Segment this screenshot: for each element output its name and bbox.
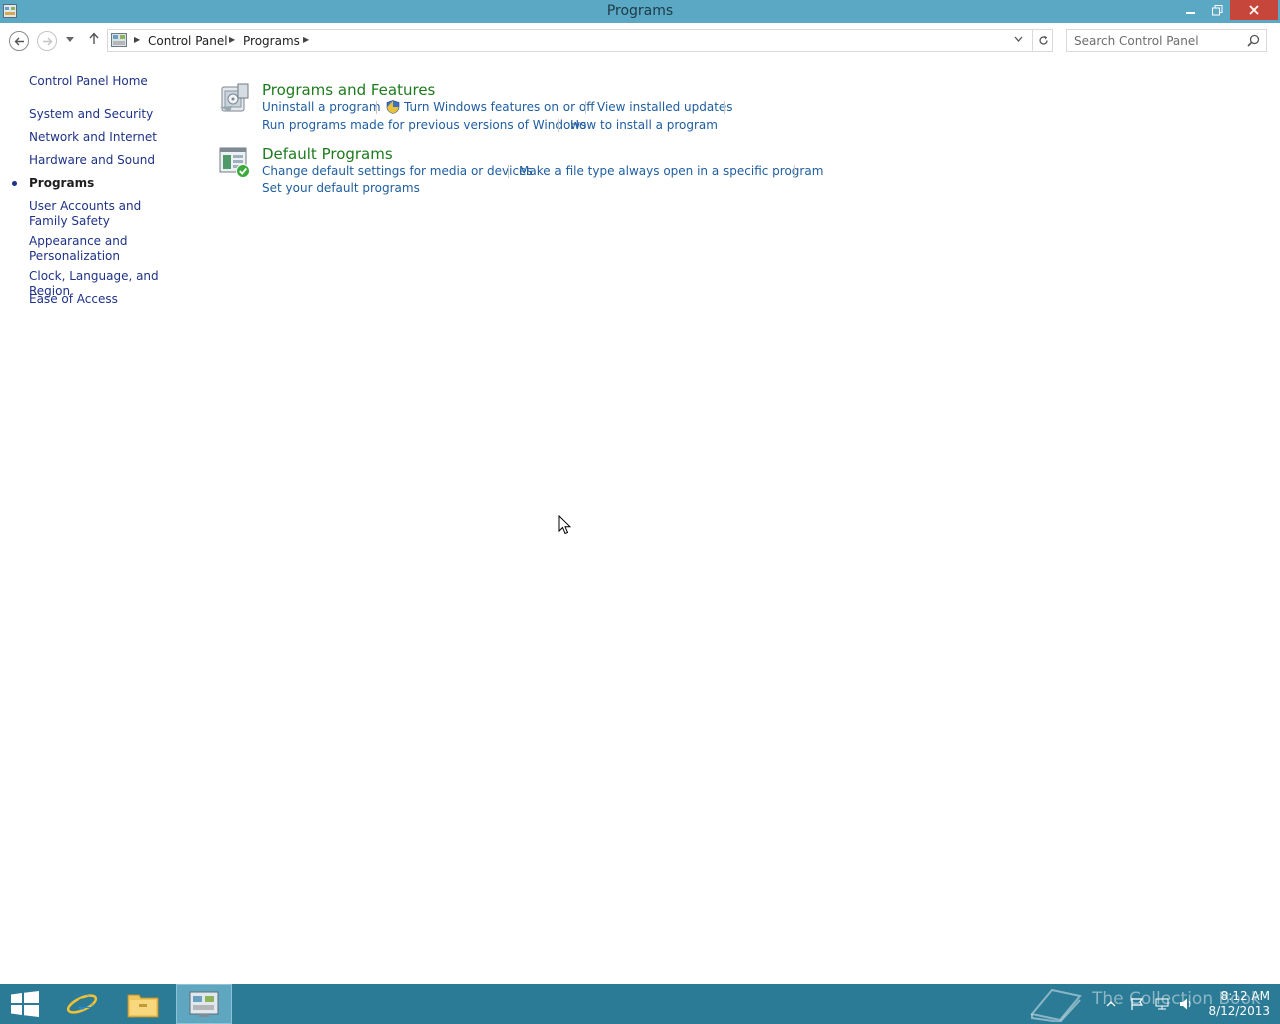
programs-and-features-icon[interactable] <box>218 81 252 115</box>
search-box[interactable] <box>1066 29 1267 52</box>
refresh-button[interactable] <box>1032 30 1053 51</box>
uac-shield-icon <box>386 100 400 114</box>
address-history-dropdown[interactable] <box>1014 34 1023 45</box>
minimize-icon <box>1186 12 1195 14</box>
close-icon <box>1249 5 1259 15</box>
programs-and-features-title[interactable]: Programs and Features <box>262 81 435 99</box>
speaker-icon <box>1180 998 1191 1010</box>
clock-date: 8/12/2013 <box>1208 1004 1270 1018</box>
taskbar-control-panel[interactable] <box>176 984 232 1024</box>
breadcrumb-programs[interactable]: Programs <box>243 34 300 48</box>
set-default-programs-link[interactable]: Set your default programs <box>262 181 420 195</box>
taskbar-file-explorer[interactable] <box>115 984 171 1024</box>
arrow-up-icon <box>89 32 99 44</box>
sidebar-item-user-accounts[interactable]: User Accounts and Family Safety <box>29 199 179 229</box>
up-button[interactable] <box>88 32 100 49</box>
turn-windows-features-link[interactable]: Turn Windows features on or off <box>404 100 595 114</box>
sidebar-item-appearance[interactable]: Appearance and Personalization <box>29 234 139 264</box>
link-separator <box>558 119 559 132</box>
sidebar-item-ease-of-access[interactable]: Ease of Access <box>29 292 194 307</box>
restore-icon <box>1211 4 1222 15</box>
breadcrumb-separator-icon[interactable]: ▶ <box>303 35 309 44</box>
default-programs-title[interactable]: Default Programs <box>262 145 393 163</box>
refresh-icon <box>1038 35 1048 45</box>
file-explorer-icon <box>127 994 159 1018</box>
book-icon <box>1030 988 1082 1022</box>
search-input[interactable] <box>1074 33 1244 48</box>
uninstall-program-link[interactable]: Uninstall a program <box>262 100 381 114</box>
breadcrumb-separator-icon[interactable]: ▶ <box>229 35 235 44</box>
run-older-programs-link[interactable]: Run programs made for previous versions … <box>262 118 586 132</box>
active-indicator <box>12 181 17 186</box>
breadcrumb-separator-icon[interactable]: ▶ <box>134 35 140 44</box>
volume-tray[interactable] <box>1179 984 1193 1024</box>
title-bar: Programs <box>0 0 1280 23</box>
flag-icon <box>1131 998 1144 1010</box>
recent-locations-button[interactable] <box>66 36 74 46</box>
clock-time: 8:12 AM <box>1220 989 1270 1003</box>
search-icon[interactable] <box>1247 34 1260 47</box>
minimize-button[interactable] <box>1178 0 1204 20</box>
change-default-media-settings-link[interactable]: Change default settings for media or dev… <box>262 164 533 178</box>
taskbar: The Collection Book 8:12 AM 8/12/2013 <box>0 984 1280 1024</box>
sidebar-item-system-and-security[interactable]: System and Security <box>29 107 194 122</box>
sidebar-item-network-and-internet[interactable]: Network and Internet <box>29 130 194 145</box>
sidebar-item-programs[interactable]: Programs <box>29 176 194 191</box>
navigation-bar: ▶ Control Panel ▶ Programs ▶ <box>0 23 1280 59</box>
start-button[interactable] <box>0 984 50 1024</box>
arrow-left-icon <box>14 37 24 45</box>
link-separator <box>794 165 795 178</box>
view-installed-updates-link[interactable]: View installed updates <box>597 100 733 114</box>
back-button[interactable] <box>9 31 29 51</box>
how-to-install-program-link[interactable]: How to install a program <box>570 118 718 132</box>
default-programs-icon[interactable] <box>218 145 252 179</box>
show-hidden-icons-button[interactable] <box>1106 984 1116 1024</box>
taskbar-internet-explorer[interactable] <box>54 984 110 1024</box>
mouse-cursor-icon <box>558 515 571 535</box>
link-separator <box>376 101 377 114</box>
link-separator <box>724 101 725 114</box>
network-icon <box>1155 998 1169 1010</box>
internet-explorer-icon <box>66 993 98 1014</box>
window-title: Programs <box>606 3 674 19</box>
start-icon <box>11 991 39 1017</box>
forward-button[interactable] <box>37 31 57 51</box>
restore-button[interactable] <box>1204 0 1230 20</box>
control-panel-home-link[interactable]: Control Panel Home <box>29 74 194 89</box>
sidebar-item-hardware-and-sound[interactable]: Hardware and Sound <box>29 153 194 168</box>
chevron-down-icon <box>1014 36 1023 42</box>
control-panel-icon <box>111 33 127 47</box>
address-bar[interactable]: ▶ Control Panel ▶ Programs ▶ <box>107 29 1053 52</box>
arrow-right-icon <box>42 37 52 45</box>
chevron-up-icon <box>1106 1001 1116 1007</box>
action-center-tray[interactable] <box>1130 984 1144 1024</box>
chevron-down-icon <box>66 37 74 42</box>
close-button[interactable] <box>1230 0 1278 20</box>
breadcrumb-control-panel[interactable]: Control Panel <box>148 34 228 48</box>
file-type-association-link[interactable]: Make a file type always open in a specif… <box>519 164 823 178</box>
taskbar-clock[interactable]: 8:12 AM 8/12/2013 <box>1204 989 1270 1019</box>
control-panel-icon <box>189 991 219 1017</box>
link-separator <box>585 101 586 114</box>
network-tray[interactable] <box>1155 984 1169 1024</box>
link-separator <box>508 165 509 178</box>
